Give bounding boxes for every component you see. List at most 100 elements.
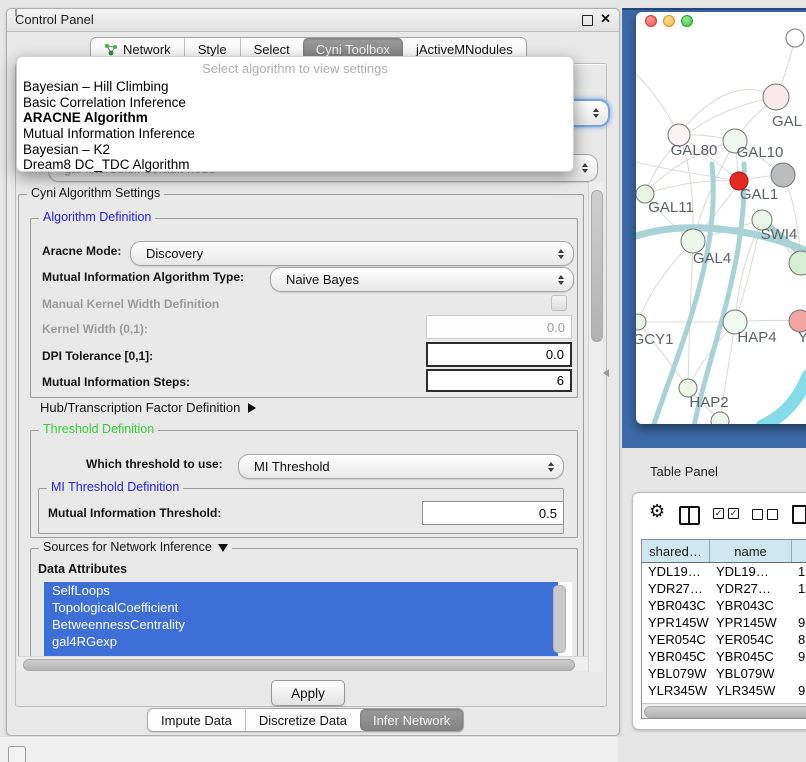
settings-horizontal-scrollbar[interactable] [18,656,588,671]
table-row[interactable]: YBR043CYBR043C [642,597,806,614]
table-cell: YPR145W [642,614,710,631]
panel-divider-collapse-icon[interactable] [603,369,609,377]
table-row[interactable]: YDR27…YDR27…12 [642,580,806,597]
apply-button[interactable]: Apply [271,680,345,706]
node-gcy1[interactable] [636,314,646,330]
column-header[interactable] [792,540,806,562]
mi-steps-label: Mutual Information Steps: [42,375,190,389]
algorithm-option[interactable]: Dream8 DC_TDC Algorithm [17,157,573,173]
table-row[interactable]: YER054CYER054C8. [642,631,806,648]
aracne-mode-combo[interactable]: Discovery [130,241,574,266]
mi-algorithm-type-label: Mutual Information Algorithm Type: [42,270,244,284]
bottom-tab-discretize-data[interactable]: Discretize Data [245,709,360,731]
network-edge[interactable] [679,90,776,135]
node-label-hap4: HAP4 [737,329,776,346]
data-attribute-item[interactable]: TopologicalCoefficient [44,599,558,616]
list-scrollbar-thumb[interactable] [553,585,566,653]
table-row[interactable]: YPR145WYPR145W9. [642,614,806,631]
node-gray[interactable] [771,163,795,187]
table-panel-title: Table Panel [650,464,718,479]
which-threshold-combo[interactable]: MI Threshold [238,454,564,479]
threshold-definition-title: Threshold Definition [39,422,158,436]
which-threshold-label: Which threshold to use: [86,457,223,471]
tab-label: Style [198,42,227,57]
column-header[interactable]: shared… [642,540,710,562]
table-header-row: shared…name [642,540,806,563]
network-edge[interactable] [694,164,744,424]
node-partial-top[interactable] [786,29,804,47]
minimized-widget[interactable] [8,746,26,762]
network-edge[interactable] [762,376,806,424]
bottom-tab-impute-data[interactable]: Impute Data [148,709,245,731]
table-cell: YBR043C [710,597,792,614]
data-attribute-item[interactable]: gal4RGexp [44,633,558,650]
disclosure-down-icon[interactable] [218,544,228,552]
algorithm-option[interactable]: ARACNE Algorithm [17,110,573,126]
split-panel-icon[interactable] [679,506,700,525]
algorithm-option[interactable]: Bayesian – K2 [17,142,573,158]
settings-vertical-scrollbar[interactable] [588,182,603,672]
table-cell: 9. [792,648,806,665]
network-edge[interactable] [638,241,693,322]
node-label-swi4: SWI4 [761,226,798,243]
data-attributes-list[interactable]: SelfLoopsTopologicalCoefficientBetweenne… [44,582,572,656]
mi-threshold-input[interactable]: 0.5 [422,501,564,525]
manual-kernel-width-checkbox[interactable] [551,295,567,311]
bottom-strip [0,736,618,762]
data-attribute-item[interactable]: BetweennessCentrality [44,616,558,633]
disclosure-right-icon[interactable] [248,403,256,413]
vertical-scrollbar-thumb[interactable] [591,190,603,342]
aracne-mode-value: Discovery [131,246,203,261]
table-row[interactable]: YBR045CYBR045C9. [642,648,806,665]
algorithm-dropdown-items: Bayesian – Hill ClimbingBasic Correlatio… [17,79,573,173]
node-label-gal: GAL [772,113,802,130]
dpi-tolerance-input[interactable]: 0.0 [426,342,572,367]
float-panel-icon[interactable] [582,15,593,26]
table-cell: YDL19… [642,563,710,580]
algorithm-option[interactable]: Mutual Information Inference [17,126,573,142]
data-attribute-item[interactable]: SelfLoops [44,582,558,599]
table-row[interactable]: YBL079WYBL079W [642,665,806,682]
node-green-right[interactable] [789,251,806,275]
algorithm-option[interactable]: Basic Correlation Inference [17,95,573,111]
data-attributes-label: Data Attributes [38,562,127,576]
kernel-width-label: Kernel Width (0,1): [42,322,148,336]
close-panel-icon[interactable]: ✕ [600,11,611,27]
tab-label: Cyni Toolbox [316,42,390,57]
mi-steps-input[interactable]: 6 [426,369,572,392]
table-horizontal-scrollbar[interactable] [642,703,806,718]
unselect-all-icon[interactable] [752,509,782,527]
network-window[interactable]: GALGAL80GAL10GAL1GAL11SWI4GAL4GCY1HAP4YH… [636,12,806,424]
node-table: shared…name YDL19…YDL19…13YDR27…YDR27…12… [641,539,806,719]
stepper-arrows-icon [593,108,599,118]
node-label-gal80: GAL80 [671,142,718,159]
kernel-width-input[interactable]: 0.0 [426,315,572,339]
table-row[interactable]: YLR345WYLR345W9. [642,682,806,699]
gear-icon[interactable]: ⚙ [649,502,665,520]
node-label-gcy1: GCY1 [636,331,673,348]
cyni-bottom-tabbar: Impute DataDiscretize Data Infer Network [147,708,464,732]
tab-label: Infer Network [373,713,450,728]
column-header[interactable]: name [710,540,792,562]
table-cell: 8. [792,631,806,648]
table-cell: 13 [792,563,806,580]
algorithm-option[interactable]: Bayesian – Hill Climbing [17,79,573,95]
mi-algorithm-type-combo[interactable]: Naive Bayes [270,267,574,292]
select-all-icon[interactable]: ✓✓ [713,508,743,526]
node-gal-partial[interactable] [763,84,789,110]
control-panel-titlebar[interactable]: Control Panel ✕ [7,9,619,32]
network-canvas[interactable]: GALGAL80GAL10GAL1GAL11SWI4GAL4GCY1HAP4YH… [636,12,806,424]
which-threshold-value: MI Threshold [239,459,330,474]
bottom-tab-infer-network[interactable]: Infer Network [360,709,463,731]
node-label-y: Y [798,329,806,346]
file-icon[interactable] [792,505,806,524]
table-scrollbar-thumb[interactable] [644,706,806,718]
sources-title[interactable]: Sources for Network Inference [39,540,232,554]
panel-title: Control Panel [15,12,94,27]
table-row[interactable]: YDL19…YDL19…13 [642,563,806,580]
horizontal-scrollbar-thumb[interactable] [23,659,575,671]
algorithm-definition-title: Algorithm Definition [39,210,155,224]
aracne-mode-label: Aracne Mode: [42,244,121,258]
node-label-gal1: GAL1 [740,186,778,203]
hub-definition-disclosure[interactable]: Hub/Transcription Factor Definition [40,400,256,415]
